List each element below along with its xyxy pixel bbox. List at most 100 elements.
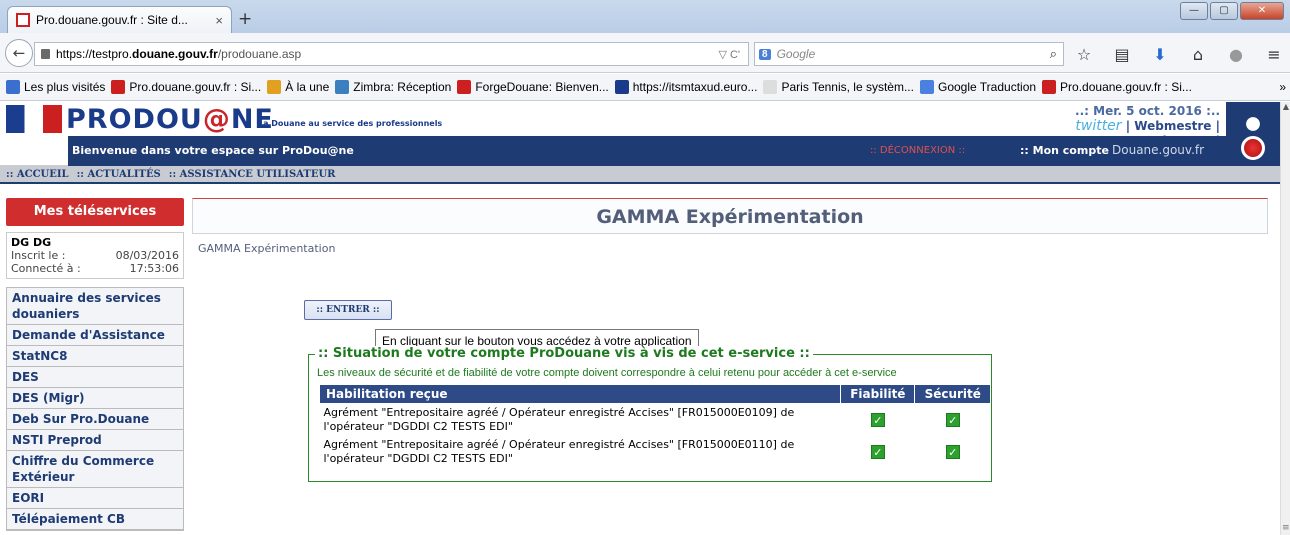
bookmark-item[interactable]: Paris Tennis, le systèm... xyxy=(763,80,914,94)
menu-icon[interactable]: ≡ xyxy=(1265,45,1283,64)
tab-close-icon[interactable]: × xyxy=(215,13,223,28)
enter-button[interactable]: :: ENTRER :: xyxy=(304,300,392,320)
habilitation-line: Agrément "Entrepositaire agréé / Opérate… xyxy=(323,438,795,451)
bookmark-icon xyxy=(6,80,20,94)
douane-emblem xyxy=(1226,102,1280,166)
bookmarks-bar: Les plus visités Pro.douane.gouv.fr : Si.… xyxy=(0,74,1290,101)
home-icon[interactable]: ⌂ xyxy=(1189,45,1207,64)
bookmark-label: Les plus visités xyxy=(24,80,106,94)
bookmark-item[interactable]: Google Traduction xyxy=(919,80,1037,94)
close-window-button[interactable]: ✕ xyxy=(1240,2,1284,20)
table-row: Agrément "Entrepositaire agréé / Opérate… xyxy=(320,404,991,437)
sidebar-item-deb[interactable]: Deb Sur Pro.Douane xyxy=(7,409,183,430)
checkmark-icon: ✓ xyxy=(945,444,960,459)
adblock-icon[interactable]: ● xyxy=(1227,45,1245,64)
new-tab-button[interactable]: + xyxy=(238,9,252,29)
sidebar-item-chiffre-commerce[interactable]: Chiffre du Commerce Extérieur xyxy=(7,451,183,488)
table-row: Agrément "Entrepositaire agréé / Opérate… xyxy=(320,436,991,468)
account-status-fieldset: :: Situation de votre compte ProDouane v… xyxy=(308,346,992,482)
habilitation-cell: Agrément "Entrepositaire agréé / Opérate… xyxy=(320,404,841,437)
bookmark-item[interactable]: Pro.douane.gouv.fr : Si... xyxy=(1042,80,1192,94)
bookmark-label: ForgeDouane: Bienven... xyxy=(475,80,609,94)
teleservices-list: Annuaire des services douaniers Demande … xyxy=(6,287,184,531)
connecte-label: Connecté à : xyxy=(11,262,81,275)
bookmark-item[interactable]: Pro.douane.gouv.fr : Si... xyxy=(111,80,261,94)
twitter-link[interactable]: twitter xyxy=(1075,118,1121,134)
scroll-up-icon[interactable]: ▲ xyxy=(1281,102,1290,114)
sidebar: Mes téléservices DG DG Inscrit le : 08/03… xyxy=(6,198,184,531)
maximize-button[interactable]: ▢ xyxy=(1210,2,1238,20)
menu-assistance[interactable]: :: ASSISTANCE UTILISATEUR xyxy=(169,169,336,182)
bookmark-label: À la une xyxy=(285,80,330,94)
minimize-button[interactable]: — xyxy=(1180,2,1208,20)
browser-tab[interactable]: Pro.douane.gouv.fr : Site d... × xyxy=(7,6,232,33)
browser-toolbar: ☆ ▤ ⬇ ⌂ ● ≡ xyxy=(1075,45,1283,64)
checkmark-icon: ✓ xyxy=(870,444,885,459)
bookmark-icon xyxy=(457,80,472,94)
bookmark-label: Google Traduction xyxy=(937,80,1037,94)
site-tagline: La Douane au service des professionnels xyxy=(258,119,443,128)
connecte-value: 17:53:06 xyxy=(129,262,179,275)
search-icon[interactable]: ⌕ xyxy=(1050,46,1057,62)
col-habilitation: Habilitation reçue xyxy=(318,384,842,404)
browser-titlebar: Pro.douane.gouv.fr : Site d... × + — ▢ ✕ xyxy=(0,0,1290,33)
window-controls: — ▢ ✕ xyxy=(1180,2,1284,20)
teleservices-header[interactable]: Mes téléservices xyxy=(6,198,184,226)
user-info: DG DG Inscrit le : 08/03/2016 Connecté à … xyxy=(6,232,184,279)
reload-icon[interactable]: ▽ C' xyxy=(718,48,740,61)
main-content: GAMMA Expérimentation GAMMA Expérimentat… xyxy=(192,198,1268,482)
bookmark-item[interactable]: Zimbra: Réception xyxy=(335,80,451,94)
bookmark-icon xyxy=(335,80,350,94)
page-title: GAMMA Expérimentation xyxy=(192,198,1268,234)
sidebar-item-des-migr[interactable]: DES (Migr) xyxy=(7,388,183,409)
address-bar[interactable]: https://testpro.douane.gouv.fr/prodouane… xyxy=(34,42,749,66)
search-box[interactable]: 8 Google ⌕ xyxy=(754,42,1064,66)
deconnexion-link[interactable]: :: DÉCONNEXION :: xyxy=(870,145,965,156)
sidebar-item-eori[interactable]: EORI xyxy=(7,488,183,509)
bookmark-item[interactable]: ForgeDouane: Bienven... xyxy=(457,80,609,94)
habilitation-line: l'opérateur "DGDDI C2 TESTS EDI" xyxy=(323,420,513,433)
menu-accueil[interactable]: :: ACCUEIL xyxy=(6,169,69,182)
download-icon[interactable]: ⬇ xyxy=(1151,45,1169,64)
bookmark-icon xyxy=(1042,80,1057,94)
web-page: PRODOU@NE La Douane au service des profe… xyxy=(0,102,1280,535)
back-button[interactable]: ← xyxy=(5,39,33,67)
ministere-logo xyxy=(0,136,68,166)
fiabilite-cell: ✓ xyxy=(841,404,915,437)
google-engine-icon[interactable]: 8 xyxy=(759,48,771,60)
emblem-dot-icon xyxy=(1241,136,1265,160)
bookmarks-overflow-icon[interactable]: » xyxy=(1279,80,1290,94)
sidebar-item-nsti[interactable]: NSTI Preprod xyxy=(7,430,183,451)
sidebar-item-des[interactable]: DES xyxy=(7,367,183,388)
sidebar-item-demande-assistance[interactable]: Demande d'Assistance xyxy=(7,325,183,346)
scroll-grip-icon[interactable]: ≡ xyxy=(1282,523,1290,533)
fieldset-legend: :: Situation de votre compte ProDouane v… xyxy=(315,346,813,361)
inscrit-value: 08/03/2016 xyxy=(115,249,179,262)
mon-compte-link[interactable]: :: Mon compte xyxy=(1020,144,1109,157)
sidebar-item-statnc8[interactable]: StatNC8 xyxy=(7,346,183,367)
bookmark-icon xyxy=(763,80,778,94)
bookmark-item[interactable]: À la une xyxy=(267,80,329,94)
securite-cell: ✓ xyxy=(915,404,991,437)
douane-gouv-link[interactable]: Douane.gouv.fr xyxy=(1112,143,1204,157)
bookmark-item[interactable]: https://itsmtaxud.euro... xyxy=(614,80,757,94)
col-securite: Sécurité xyxy=(914,384,991,404)
page-scrollbar[interactable]: ▲ ≡ xyxy=(1280,102,1290,535)
menu-actualites[interactable]: :: ACTUALITÉS xyxy=(77,169,161,182)
checkmark-icon: ✓ xyxy=(870,412,885,427)
bookmark-icon xyxy=(267,80,282,94)
fiabilite-cell: ✓ xyxy=(841,436,915,468)
sidebar-item-telepaiement[interactable]: Télépaiement CB xyxy=(7,509,183,530)
habilitation-table: Habilitation reçue Fiabilité Sécurité Ag… xyxy=(318,384,991,468)
site-favicon-icon xyxy=(16,13,30,27)
star-icon[interactable]: ☆ xyxy=(1075,45,1093,64)
sidebar-item-annuaire[interactable]: Annuaire des services douaniers xyxy=(7,288,183,325)
breadcrumb: GAMMA Expérimentation xyxy=(198,242,336,255)
prodouane-logo[interactable]: PRODOU@NE xyxy=(66,104,274,135)
browser-navbar: ← https://testpro.douane.gouv.fr/prodoua… xyxy=(0,33,1290,73)
bookmark-item[interactable]: Les plus visités xyxy=(6,80,105,94)
user-name: DG DG xyxy=(11,236,52,249)
bookmark-icon xyxy=(614,80,629,94)
reading-list-icon[interactable]: ▤ xyxy=(1113,45,1131,64)
welcome-bar: Bienvenue dans votre espace sur ProDou@n… xyxy=(0,136,1226,166)
